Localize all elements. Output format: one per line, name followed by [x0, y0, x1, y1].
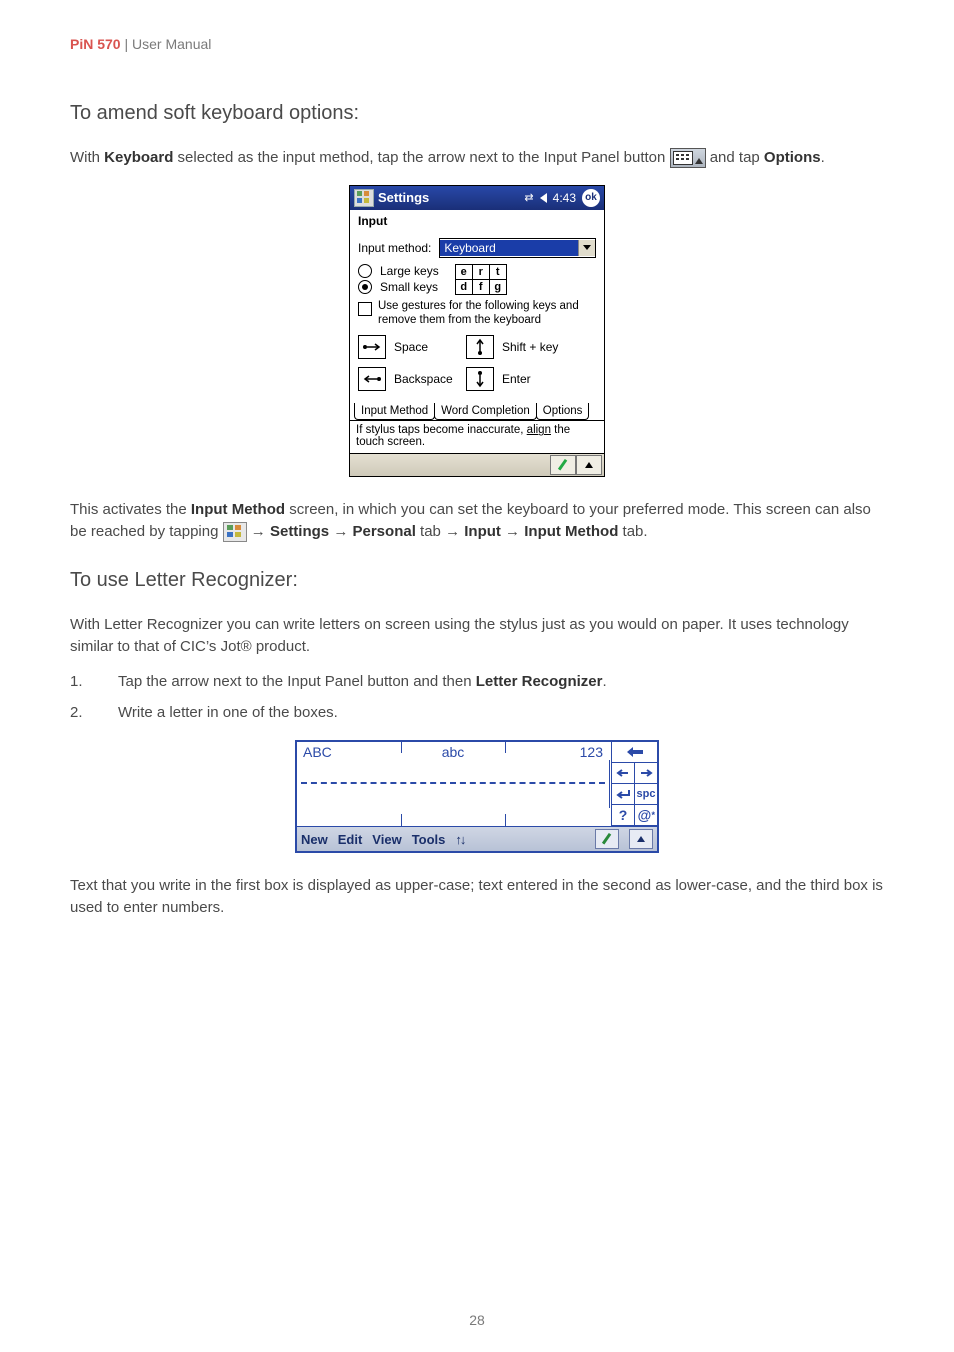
letter-recognizer-screenshot: ABC abc 123 [295, 740, 659, 853]
arrow: → [445, 523, 464, 540]
brand: PiN 570 [70, 36, 121, 52]
letter-recognizer-p1: With Letter Recognizer you can write let… [70, 614, 884, 658]
input-panel-button-icon [670, 148, 706, 168]
start-flag-icon[interactable] [354, 189, 374, 207]
gesture-enter-icon [466, 367, 494, 391]
gesture-shift-icon [466, 335, 494, 359]
help-button[interactable]: ? [611, 805, 634, 826]
sip-arrow-icon[interactable] [629, 829, 653, 849]
small-keys-radio[interactable] [358, 280, 372, 294]
input-method-select[interactable]: Keyboard [439, 238, 596, 258]
tab-word-completion[interactable]: Word Completion [434, 403, 537, 420]
t: and tap [710, 149, 764, 166]
tab-input-method[interactable]: Input Method [354, 403, 435, 420]
letter-recognizer-heading: To use Letter Recognizer: [70, 569, 884, 592]
header-rest: | User Manual [121, 36, 212, 52]
input-method-label: Input method: [358, 241, 431, 255]
titlebar: Settings ⇄ 4:43 ok [350, 186, 604, 210]
menu-new[interactable]: New [301, 832, 328, 847]
sip-arrow-icon[interactable] [576, 455, 602, 475]
scroll-arrows-icon[interactable]: ↑↓ [455, 832, 464, 847]
menu-edit[interactable]: Edit [338, 832, 363, 847]
cursor-left-button[interactable] [611, 763, 634, 784]
input-method-word: Input Method [191, 501, 285, 518]
gesture-shift-label: Shift + key [502, 340, 558, 354]
status-area: ⇄ 4:43 ok [524, 189, 600, 207]
page-number: 28 [0, 1312, 954, 1328]
preview-key: f [473, 280, 490, 294]
amend-options-heading: To amend soft keyboard options: [70, 102, 884, 125]
menu-tools[interactable]: Tools [412, 832, 446, 847]
arrow: → [247, 523, 270, 540]
gesture-backspace-icon [358, 367, 386, 391]
sip-pen-icon[interactable] [550, 455, 576, 475]
large-keys-label: Large keys [380, 264, 439, 278]
use-gestures-checkbox[interactable] [358, 302, 372, 316]
personal-word: Personal [353, 523, 416, 540]
settings-input-screenshot: Settings ⇄ 4:43 ok Input Input method: K… [349, 185, 605, 478]
symbols-button[interactable]: @* [634, 805, 657, 826]
t: With [70, 149, 104, 166]
backspace-button[interactable] [611, 742, 657, 763]
ok-button[interactable]: ok [582, 189, 600, 207]
t: Tap the arrow next to the Input Panel bu… [118, 673, 476, 690]
large-keys-radio[interactable] [358, 264, 372, 278]
speaker-icon [540, 193, 547, 203]
cursor-right-button[interactable] [634, 763, 657, 784]
preview-key: r [473, 265, 490, 280]
gesture-backspace-label: Backspace [394, 372, 458, 386]
preview-key: t [490, 265, 506, 280]
input-method-word2: Input Method [524, 523, 618, 540]
input-word: Input [464, 523, 501, 540]
menu-view[interactable]: View [372, 832, 401, 847]
t: tab. [618, 523, 647, 540]
tab-options[interactable]: Options [536, 403, 590, 420]
t: . [602, 673, 606, 690]
writing-area[interactable] [297, 760, 610, 808]
bottom-bar [350, 453, 604, 476]
align-hint: If stylus taps become inaccurate, align … [350, 420, 604, 453]
connectivity-icon: ⇄ [524, 191, 533, 204]
use-gestures-label: Use gestures for the following keys and … [378, 300, 596, 328]
arrow: → [329, 523, 352, 540]
key-size-preview: e r t d f g [455, 264, 507, 295]
t: tab [416, 523, 445, 540]
step-2: 2. Write a letter in one of the boxes. [70, 702, 884, 725]
amend-options-p1: With Keyboard selected as the input meth… [70, 147, 884, 169]
keyboard-word: Keyboard [104, 149, 173, 166]
start-icon [223, 522, 247, 542]
preview-key: e [456, 265, 473, 280]
step-num: 2. [70, 702, 83, 725]
t: If stylus taps become inaccurate, [356, 424, 527, 436]
input-method-value: Keyboard [440, 240, 578, 256]
clock: 4:43 [553, 191, 576, 205]
arrow: → [501, 523, 524, 540]
t: Write a letter in one of the boxes. [118, 704, 338, 721]
gesture-space-label: Space [394, 340, 458, 354]
align-link[interactable]: align [527, 424, 551, 436]
letter-recognizer-word: Letter Recognizer [476, 673, 603, 690]
space-button[interactable]: spc [634, 784, 657, 805]
gesture-enter-label: Enter [502, 372, 531, 386]
sip-pen-icon[interactable] [595, 829, 619, 849]
small-keys-label: Small keys [380, 280, 438, 294]
page-header: PiN 570 | User Manual [70, 36, 884, 52]
t: . [821, 149, 825, 166]
preview-key: g [490, 280, 506, 294]
options-word: Options [764, 149, 821, 166]
step-num: 1. [70, 671, 83, 694]
t: selected as the input method, tap the ar… [173, 149, 669, 166]
step-1: 1. Tap the arrow next to the Input Panel… [70, 671, 884, 694]
enter-button[interactable] [611, 784, 634, 805]
amend-options-p2: This activates the Input Method screen, … [70, 499, 884, 543]
title-text: Settings [378, 190, 520, 205]
t: This activates the [70, 501, 191, 518]
preview-key: d [456, 280, 473, 294]
dropdown-arrow-icon [578, 240, 595, 256]
settings-word: Settings [270, 523, 329, 540]
letter-recognizer-p3: Text that you write in the first box is … [70, 875, 884, 919]
at-label: @ [637, 807, 651, 823]
screen-subtitle: Input [350, 210, 604, 234]
gesture-space-icon [358, 335, 386, 359]
